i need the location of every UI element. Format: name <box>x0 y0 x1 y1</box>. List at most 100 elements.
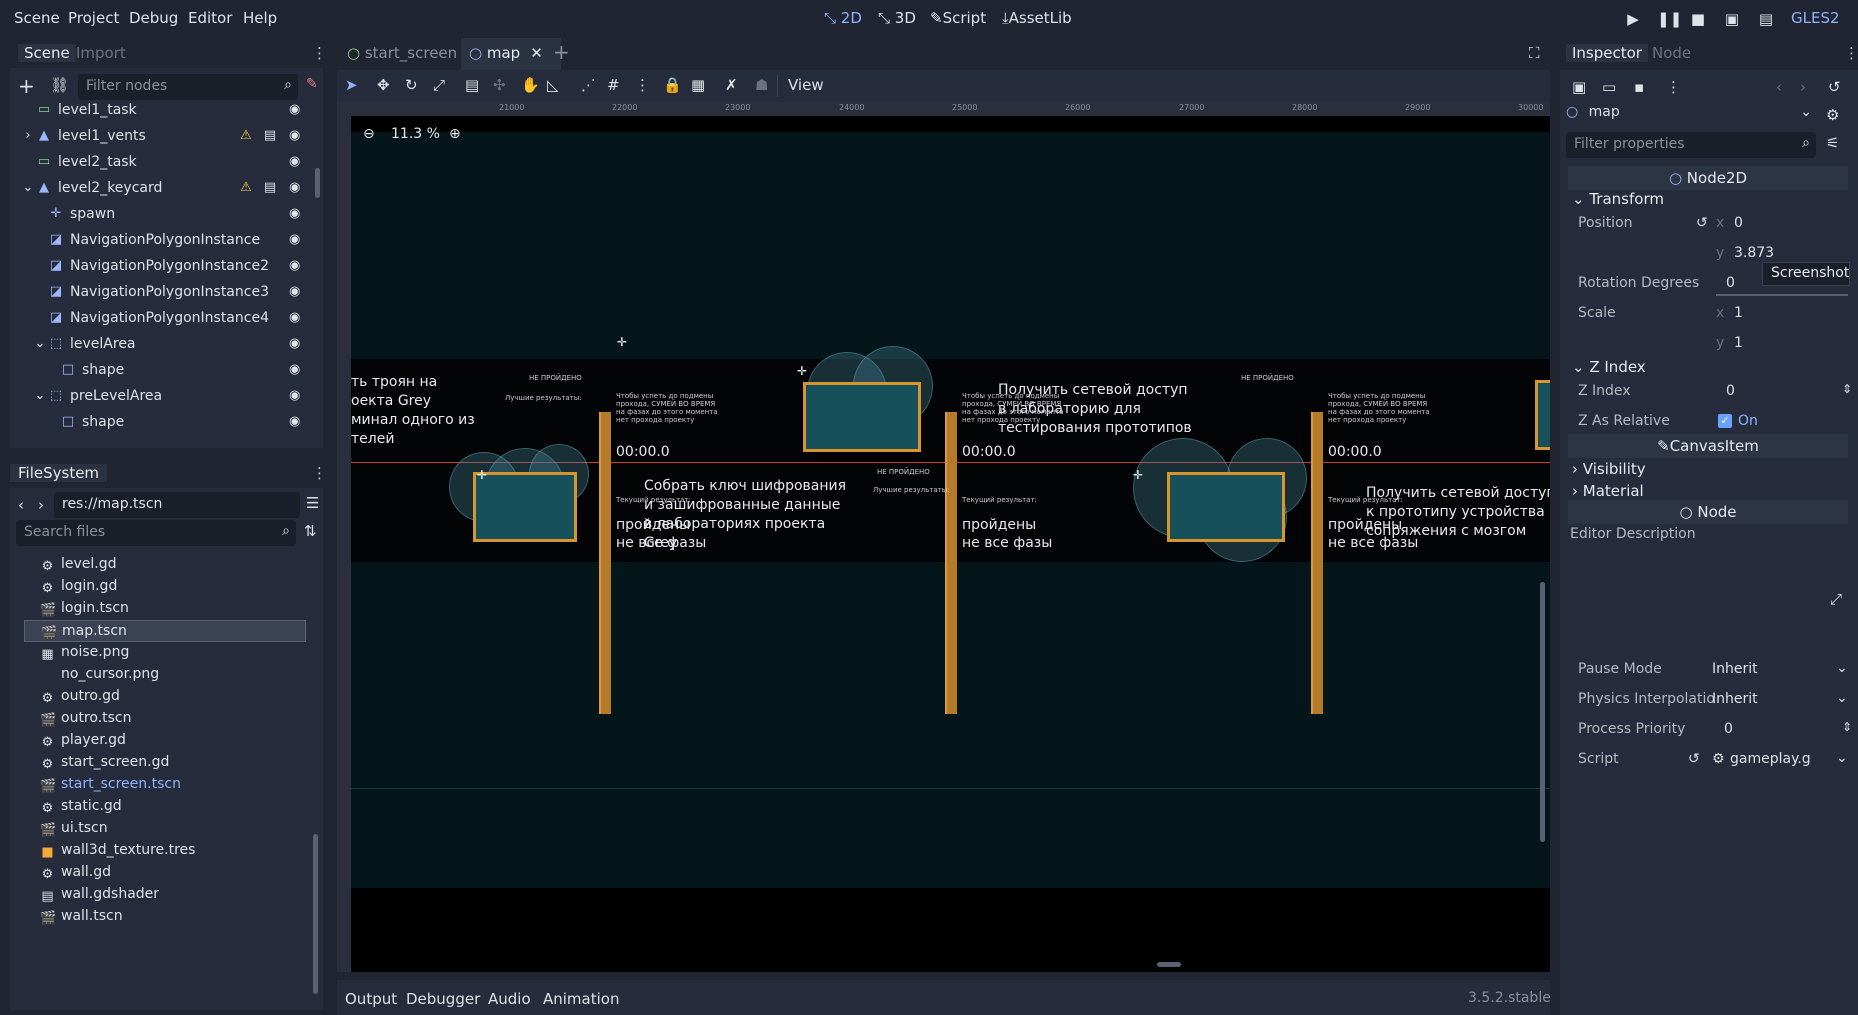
warning-icon[interactable]: ⚠ <box>238 180 254 196</box>
play-icon[interactable]: ▶ <box>1624 10 1642 28</box>
rotation-field[interactable]: 0 <box>1726 275 1735 291</box>
expand-arrow-icon[interactable]: ⌄ <box>32 336 48 352</box>
tab-node[interactable]: Node <box>1652 44 1691 62</box>
scene-tree-node[interactable]: ⌄ ▲ level2_keycard ⚠ ▤ ◉ <box>10 176 315 202</box>
filter-properties-input[interactable]: Filter properties ⌕ <box>1566 132 1816 158</box>
file-item[interactable]: 🎬 ui.tscn <box>24 818 306 840</box>
file-item[interactable]: ⚙ start_screen.gd <box>24 752 306 774</box>
file-item[interactable]: ⚙ outro.gd <box>24 686 306 708</box>
script-icon[interactable]: ▤ <box>262 128 278 144</box>
menu-dots-icon[interactable]: ⋮ <box>312 464 327 482</box>
grid-snap-icon[interactable]: # <box>607 76 620 94</box>
scene-tree-node[interactable]: □ shape ◉ <box>10 410 315 436</box>
tab-debugger[interactable]: Debugger <box>406 990 480 1008</box>
editor-description-field[interactable] <box>1568 548 1848 644</box>
mode-3d-button[interactable]: ⤡ 3D <box>878 9 916 27</box>
script-icon[interactable]: ▤ <box>262 180 278 196</box>
tab-audio[interactable]: Audio <box>488 990 531 1008</box>
viewport-2d[interactable]: 21000 22000 23000 24000 25000 26000 2700… <box>337 102 1550 972</box>
visibility-eye-icon[interactable]: ◉ <box>289 128 307 144</box>
split-view-icon[interactable]: ☰ <box>306 494 319 512</box>
scene-tree-node[interactable]: ▭ level2_task ◉ <box>10 150 315 176</box>
visibility-eye-icon[interactable]: ◉ <box>289 180 307 196</box>
pan-tool-icon[interactable]: ✋ <box>521 76 540 94</box>
zoom-out-icon[interactable]: ⊖ <box>363 126 375 142</box>
file-item[interactable]: 🎬 login.tscn <box>24 598 306 620</box>
object-props-icon[interactable]: ⚙ <box>1826 106 1839 124</box>
file-list-scrollbar[interactable] <box>313 834 318 994</box>
tab-output[interactable]: Output <box>345 990 397 1008</box>
fullscreen-icon[interactable]: ⛶ <box>1529 44 1540 62</box>
scene-tree-scrollbar[interactable] <box>315 168 320 198</box>
file-item[interactable]: ⚙ wall.gd <box>24 862 306 884</box>
file-item[interactable]: ⚙ login.gd <box>24 576 306 598</box>
scale-y-field[interactable]: 1 <box>1734 335 1743 351</box>
scene-tree-node[interactable]: ◪ NavigationPolygonInstance2 ◉ <box>10 254 315 280</box>
expand-icon[interactable]: ⤢ <box>1830 590 1842 608</box>
expand-arrow-icon[interactable]: ⌄ <box>20 180 36 196</box>
tab-import[interactable]: Import <box>76 44 126 62</box>
zoom-level[interactable]: 11.3 % <box>391 126 440 142</box>
tab-start-screen[interactable]: ○ start_screen <box>347 44 457 62</box>
file-item[interactable]: ⚙ static.gd <box>24 796 306 818</box>
file-item[interactable]: ⚙ level.gd <box>24 554 306 576</box>
scale-tool-icon[interactable]: ⤢ <box>433 76 445 94</box>
tab-scene[interactable]: Scene <box>18 44 76 62</box>
scene-tree-node[interactable]: ⌄ ⬚ levelArea ◉ <box>10 332 315 358</box>
script-field[interactable]: gameplay.g <box>1730 751 1811 767</box>
add-node-icon[interactable]: + <box>18 74 35 98</box>
visibility-eye-icon[interactable]: ◉ <box>289 154 307 170</box>
rotate-tool-icon[interactable]: ↻ <box>405 76 418 94</box>
zindex-section[interactable]: ⌄ Z Index <box>1572 358 1646 376</box>
script-filter-icon[interactable]: ✎ <box>306 76 318 92</box>
zindex-field[interactable]: 0 <box>1726 383 1735 399</box>
tab-map[interactable]: ○ map ✕ <box>469 44 543 62</box>
visibility-eye-icon[interactable]: ◉ <box>289 206 307 222</box>
history-back-icon[interactable]: ‹ <box>1776 78 1782 96</box>
visibility-eye-icon[interactable]: ◉ <box>289 388 307 404</box>
close-icon[interactable]: ✕ <box>530 44 543 62</box>
file-item[interactable]: 🎬 outro.tscn <box>24 708 306 730</box>
new-resource-icon[interactable]: ▣ <box>1572 78 1586 96</box>
zoom-in-icon[interactable]: ⊕ <box>449 126 461 142</box>
file-item[interactable]: ▦ noise.png <box>24 642 306 664</box>
smart-snap-icon[interactable]: ⋰ <box>581 76 596 94</box>
pause-mode-select[interactable]: Inherit <box>1712 661 1758 677</box>
expand-arrow-icon[interactable]: › <box>20 128 36 144</box>
pivot-icon[interactable]: ✣ <box>493 76 506 94</box>
file-item[interactable]: 🎬 start_screen.tscn <box>24 774 306 796</box>
skeleton-icon[interactable]: ☗ <box>755 76 768 94</box>
select-tool-icon[interactable]: ➤ <box>345 76 358 94</box>
link-icon[interactable]: ⛓ <box>50 76 69 94</box>
tab-filesystem[interactable]: FileSystem <box>10 464 108 482</box>
mode-assetlib-button[interactable]: ⤓AssetLib <box>1002 9 1072 27</box>
pause-icon[interactable]: ❚❚ <box>1657 10 1682 28</box>
visibility-eye-icon[interactable]: ◉ <box>289 362 307 378</box>
rotation-slider[interactable] <box>1716 294 1848 296</box>
file-item[interactable]: ▤ wall.gdshader <box>24 884 306 906</box>
object-selector[interactable]: ○ map ⌄ <box>1566 104 1816 128</box>
priority-field[interactable]: 0 <box>1724 721 1733 737</box>
visibility-eye-icon[interactable]: ◉ <box>289 258 307 274</box>
position-y-field[interactable]: 3.873 <box>1734 245 1774 261</box>
spin-icon[interactable]: ⇕ <box>1842 382 1852 396</box>
history-forward-icon[interactable]: › <box>1800 78 1806 96</box>
scene-tree-node[interactable]: ✛ spawn ◉ <box>10 202 315 228</box>
scene-tree-node[interactable]: ▭ level1_task ◉ <box>10 98 315 124</box>
back-icon[interactable]: ‹ <box>18 496 24 514</box>
play-scene-icon[interactable]: ▣ <box>1723 10 1741 28</box>
menu-dots-icon[interactable]: ⋮ <box>1666 78 1681 96</box>
viewport-hscroll[interactable] <box>1157 962 1181 967</box>
menu-help[interactable]: Help <box>243 9 277 27</box>
lock-icon[interactable]: 🔒 <box>663 76 682 94</box>
warning-icon[interactable]: ⚠ <box>238 128 254 144</box>
transform-section[interactable]: ⌄ Transform <box>1572 190 1664 208</box>
mode-script-button[interactable]: ✎Script <box>930 9 986 27</box>
scene-tree-node[interactable]: › ▲ level1_vents ⚠ ▤ ◉ <box>10 124 315 150</box>
visibility-section[interactable]: › Visibility <box>1572 460 1646 478</box>
file-item[interactable]: 🎬 wall.tscn <box>24 906 306 928</box>
ruler-tool-icon[interactable]: ◺ <box>547 76 559 94</box>
mode-2d-button[interactable]: ⤡ 2D <box>824 9 862 27</box>
file-item[interactable]: no_cursor.png <box>24 664 306 686</box>
group-icon[interactable]: ▦ <box>691 76 705 94</box>
